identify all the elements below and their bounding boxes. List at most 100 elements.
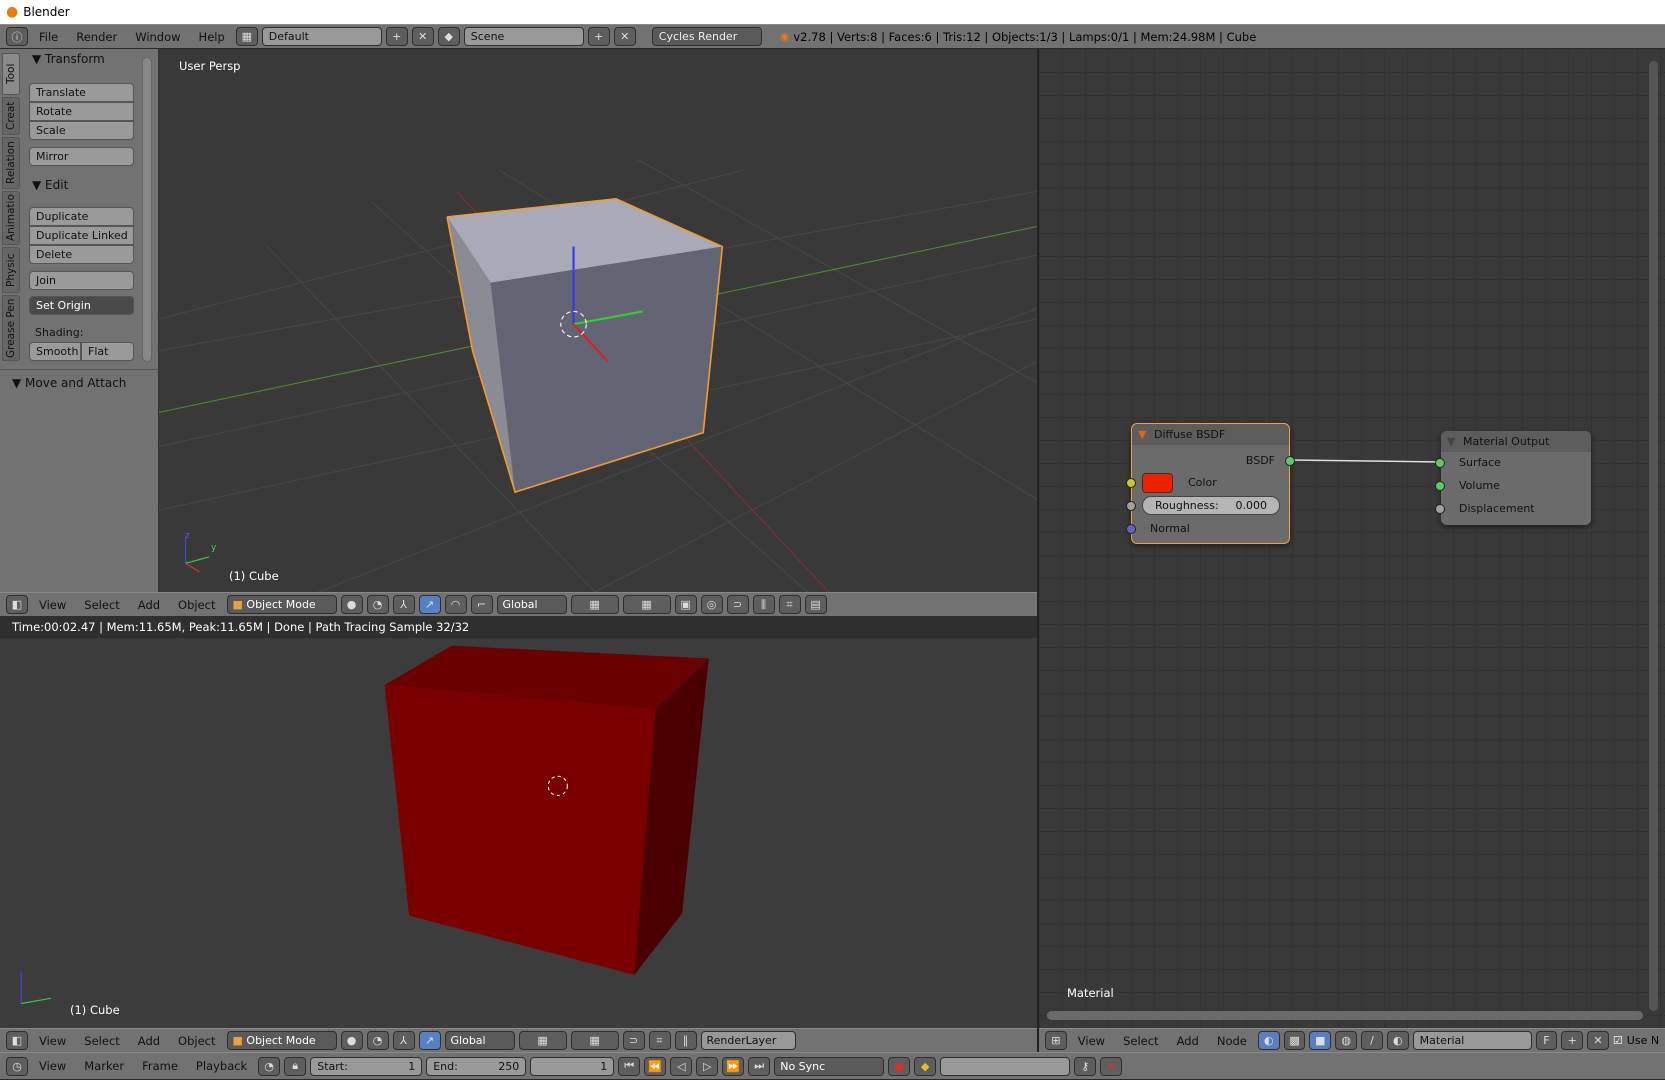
tab-physics[interactable]: Physic [2, 247, 20, 293]
texture-nodes-icon[interactable]: ▩ [1283, 1031, 1306, 1050]
menu-window[interactable]: Window [128, 30, 187, 44]
duplicate-linked-button[interactable]: Duplicate Linked [29, 226, 134, 245]
rendered-viewport[interactable]: Time:00:02.47 | Mem:11.65M, Peak:11.65M … [0, 616, 1037, 1028]
menu-add[interactable]: Add [131, 598, 167, 612]
layers-2-icon[interactable]: ▦ [622, 595, 671, 614]
delete-button[interactable]: Delete [29, 245, 134, 264]
editor-type-icon[interactable]: ◧ [6, 595, 28, 614]
current-frame-field[interactable]: 1 [530, 1056, 615, 1076]
color-swatch[interactable] [1142, 473, 1173, 493]
delete-scene-icon[interactable]: ✕ [613, 27, 636, 46]
add-material-icon[interactable]: + [1561, 1031, 1584, 1050]
play-reverse-icon[interactable]: ◁ [670, 1056, 693, 1076]
scale-button[interactable]: Scale [29, 121, 134, 140]
delete-layout-icon[interactable]: ✕ [411, 27, 434, 46]
render-layer-select[interactable]: RenderLayer [700, 1031, 796, 1050]
panel-move-attach-header[interactable]: ▼ Move and Attach [12, 376, 126, 390]
tool-shelf-scrollbar[interactable] [142, 57, 152, 362]
pivot-icon[interactable]: ◔ [366, 1031, 389, 1050]
start-frame-field[interactable]: Start: 1 [310, 1056, 423, 1076]
menu-select[interactable]: Select [77, 598, 126, 612]
material-field[interactable]: Material [1412, 1031, 1532, 1050]
manipulator-icon[interactable]: ⅄ [392, 595, 415, 614]
flat-button[interactable]: Flat [81, 342, 134, 361]
3d-viewport[interactable]: User Persp (1) Cube z y [159, 49, 1037, 592]
unlink-material-icon[interactable]: ✕ [1587, 1031, 1609, 1050]
menu-view[interactable]: View [32, 1059, 73, 1073]
menu-frame[interactable]: Frame [135, 1059, 185, 1073]
mirror-button[interactable]: Mirror [29, 147, 134, 166]
panel-edit-header[interactable]: ▼ Edit [32, 178, 68, 192]
preview-range-icon[interactable]: ◔ [258, 1056, 281, 1076]
editor-type-icon[interactable]: ◷ [6, 1056, 28, 1076]
orientation-select[interactable]: Global [444, 1031, 515, 1050]
layers-icon[interactable]: ▦ [518, 1031, 567, 1050]
orientation-select[interactable]: Global [496, 595, 567, 614]
tab-create[interactable]: Creat [2, 97, 20, 135]
mode-select[interactable]: ■ Object Mode [226, 1031, 337, 1050]
menu-object[interactable]: Object [171, 598, 222, 612]
displacement-input-socket[interactable] [1435, 504, 1445, 514]
delete-keyframe-icon[interactable]: ✕ [1100, 1056, 1123, 1076]
diffuse-node-header[interactable]: ▼ Diffuse BSDF [1132, 424, 1289, 445]
menu-node[interactable]: Node [1210, 1034, 1254, 1048]
end-frame-field[interactable]: End: 250 [426, 1056, 527, 1076]
menu-help[interactable]: Help [192, 30, 232, 44]
render-image-icon[interactable]: ⌗ [778, 595, 801, 614]
menu-add[interactable]: Add [131, 1034, 167, 1048]
sync-select[interactable]: No Sync [774, 1056, 885, 1076]
menu-view[interactable]: View [32, 598, 73, 612]
info-editor-type-icon[interactable]: ⓘ [6, 27, 28, 46]
menu-render[interactable]: Render [69, 30, 124, 44]
collapse-icon[interactable]: ▼ [1447, 431, 1455, 452]
manipulator-icon[interactable]: ⅄ [392, 1031, 415, 1050]
menu-view[interactable]: View [32, 1034, 73, 1048]
line-style-icon[interactable]: / [1361, 1031, 1383, 1050]
collapse-icon[interactable]: ▼ [1138, 424, 1146, 445]
menu-object[interactable]: Object [171, 1034, 222, 1048]
normal-input-socket[interactable] [1126, 524, 1136, 534]
add-scene-icon[interactable]: + [587, 27, 610, 46]
jump-start-icon[interactable]: ⏮ [618, 1056, 641, 1076]
rotate-button[interactable]: Rotate [29, 102, 134, 121]
menu-file[interactable]: File [32, 30, 65, 44]
proportional-edit-icon[interactable]: ◎ [700, 595, 723, 614]
lock-icon[interactable]: 🔒︎ [284, 1056, 307, 1076]
color-input-socket[interactable] [1126, 478, 1136, 488]
snap-icon[interactable]: ⊃ [726, 595, 749, 614]
scene-field[interactable]: Scene [463, 27, 584, 46]
node-editor[interactable]: ▼ Diffuse BSDF BSDF Color Roughness: 0.000… [1039, 49, 1665, 1028]
scale-manipulator-icon[interactable]: ⌐ [470, 595, 493, 614]
lock-layer-icon[interactable]: ▣ [674, 595, 697, 614]
menu-marker[interactable]: Marker [77, 1059, 131, 1073]
panel-transform-header[interactable]: ▼ Transform [32, 52, 105, 66]
keying-set-icon[interactable]: ◆ [914, 1056, 937, 1076]
roughness-input-socket[interactable] [1126, 501, 1136, 511]
tab-relation[interactable]: Relation [2, 137, 20, 189]
menu-add[interactable]: Add [1170, 1034, 1206, 1048]
shading-icon[interactable]: ● [340, 595, 363, 614]
render-engine-select[interactable]: Cycles Render [651, 27, 762, 46]
bsdf-output-socket[interactable] [1285, 456, 1295, 466]
menu-select[interactable]: Select [1116, 1034, 1165, 1048]
snap-element-icon[interactable]: ⫼ [752, 595, 775, 614]
render-anim-icon[interactable]: ▤ [804, 595, 827, 614]
translate-manipulator-icon[interactable]: ↗ [418, 1031, 441, 1050]
translate-button[interactable]: Translate [29, 83, 134, 102]
prev-keyframe-icon[interactable]: ⏪ [644, 1056, 667, 1076]
tab-tool[interactable]: Tool [2, 53, 20, 95]
editor-type-icon[interactable]: ⊞ [1045, 1031, 1067, 1050]
scene-icon[interactable]: ◆ [437, 27, 460, 46]
add-layout-icon[interactable]: + [385, 27, 408, 46]
mode-select[interactable]: ■ Object Mode [226, 595, 337, 614]
translate-manipulator-icon[interactable]: ↗ [418, 595, 441, 614]
editor-type-icon[interactable]: ◧ [6, 1031, 28, 1050]
snap-icon[interactable]: ⊃ [622, 1031, 645, 1050]
volume-input-socket[interactable] [1435, 481, 1445, 491]
roughness-slider[interactable]: Roughness: 0.000 [1142, 496, 1280, 515]
shader-nodes-icon[interactable]: ◐ [1257, 1031, 1280, 1050]
diffuse-bsdf-node[interactable]: ▼ Diffuse BSDF BSDF Color Roughness: 0.000… [1126, 423, 1295, 544]
material-browse-icon[interactable]: ◐ [1386, 1031, 1409, 1050]
insert-keyframe-icon[interactable]: ⚷ [1074, 1056, 1097, 1076]
smooth-button[interactable]: Smooth [29, 342, 81, 361]
